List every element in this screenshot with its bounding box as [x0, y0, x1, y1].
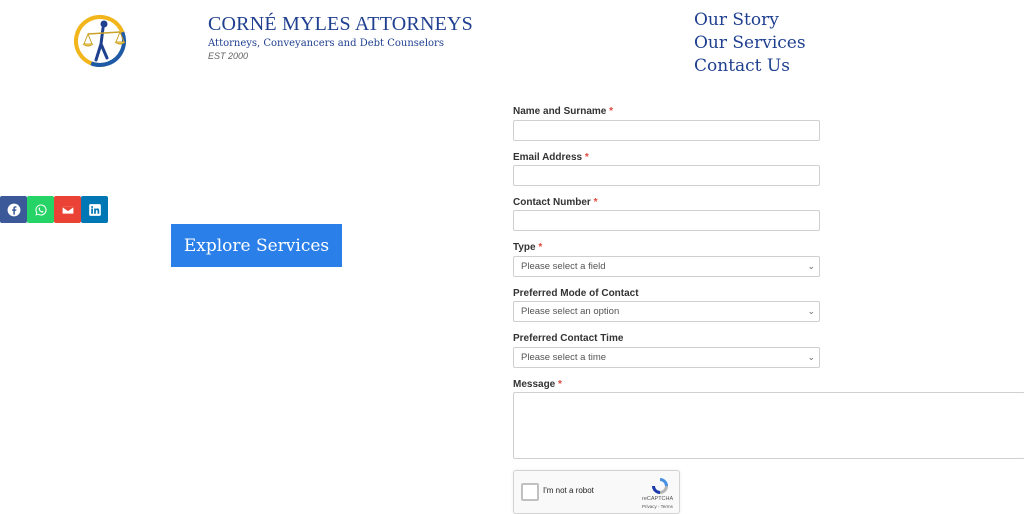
- recaptcha-checkbox[interactable]: [521, 483, 539, 501]
- whatsapp-share-button[interactable]: [27, 196, 54, 223]
- type-select-value: Please select a field: [521, 261, 606, 272]
- message-label: Message *: [513, 379, 562, 390]
- name-input[interactable]: [513, 120, 820, 141]
- type-select[interactable]: Please select a field ⌄: [513, 256, 820, 277]
- contact-number-input[interactable]: [513, 210, 820, 231]
- nav-our-services[interactable]: Our Services: [694, 32, 806, 55]
- brand-subtitle: Attorneys, Conveyancers and Debt Counsel…: [208, 38, 444, 49]
- preferred-mode-select[interactable]: Please select an option ⌄: [513, 301, 820, 322]
- email-label: Email Address *: [513, 152, 589, 163]
- whatsapp-icon: [34, 203, 47, 216]
- recaptcha-logo-icon: [652, 478, 668, 494]
- message-textarea[interactable]: [513, 392, 1024, 459]
- explore-services-button[interactable]: Explore Services: [171, 224, 342, 267]
- brand-title: CORNÉ MYLES ATTORNEYS: [208, 13, 473, 35]
- preferred-time-label: Preferred Contact Time: [513, 333, 624, 344]
- email-share-button[interactable]: [54, 196, 81, 223]
- social-share-bar: [0, 196, 108, 223]
- email-icon: [61, 204, 74, 215]
- preferred-mode-select-value: Please select an option: [521, 306, 620, 317]
- brand-established: EST 2000: [208, 51, 249, 61]
- scales-of-justice-logo: [74, 15, 126, 67]
- type-label: Type *: [513, 242, 543, 253]
- nav-contact-us[interactable]: Contact Us: [694, 55, 806, 78]
- chevron-down-icon: ⌄: [807, 306, 815, 316]
- recaptcha-widget: I'm not a robot reCAPTCHA Privacy - Term…: [513, 470, 680, 514]
- nav-our-story[interactable]: Our Story: [694, 9, 806, 32]
- recaptcha-terms-link[interactable]: Privacy - Terms: [642, 504, 673, 509]
- preferred-time-select-value: Please select a time: [521, 352, 607, 363]
- recaptcha-label: I'm not a robot: [543, 486, 594, 495]
- preferred-mode-label: Preferred Mode of Contact: [513, 288, 639, 299]
- main-nav: Our Story Our Services Contact Us: [694, 9, 806, 78]
- email-input[interactable]: [513, 165, 820, 186]
- chevron-down-icon: ⌄: [807, 352, 815, 362]
- contact-number-label: Contact Number *: [513, 197, 598, 208]
- linkedin-share-button[interactable]: [81, 196, 108, 223]
- name-label: Name and Surname *: [513, 106, 614, 117]
- facebook-icon: [7, 203, 20, 216]
- facebook-share-button[interactable]: [0, 196, 27, 223]
- recaptcha-brand: reCAPTCHA: [642, 496, 674, 502]
- chevron-down-icon: ⌄: [807, 261, 815, 271]
- linkedin-icon: [88, 203, 101, 216]
- preferred-time-select[interactable]: Please select a time ⌄: [513, 347, 820, 368]
